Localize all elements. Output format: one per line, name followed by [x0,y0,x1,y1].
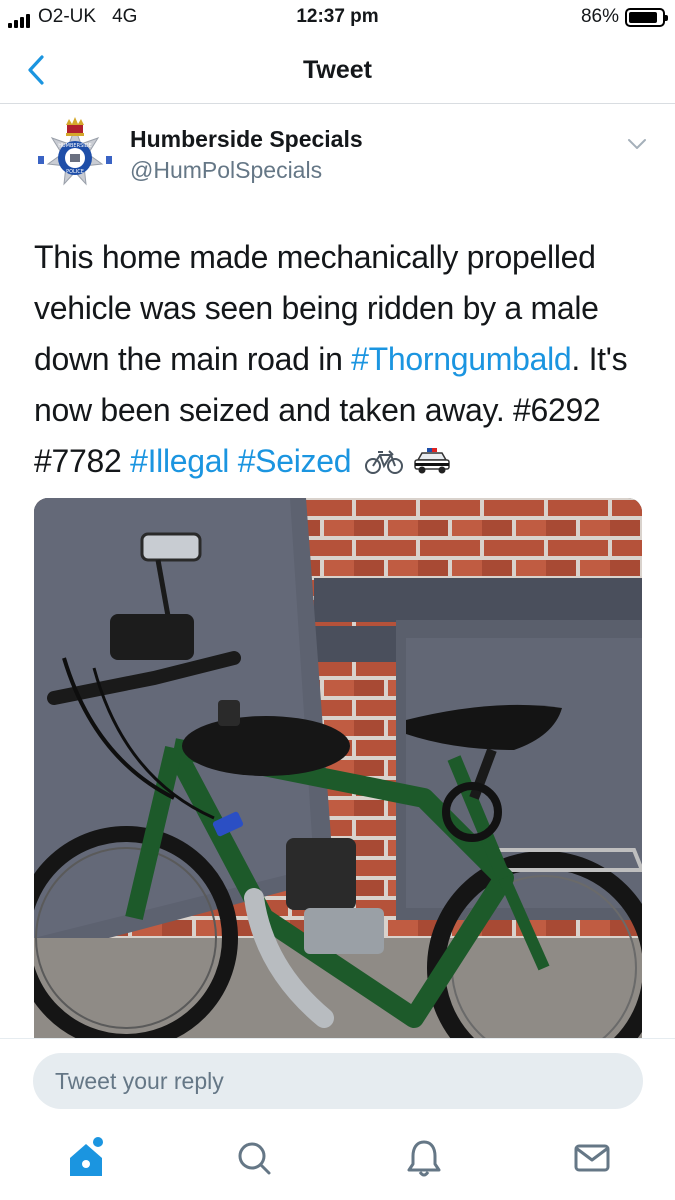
messages-tab[interactable] [572,1136,612,1180]
author-name[interactable]: Humberside Specials [130,126,363,153]
tweet-options-button[interactable] [625,134,649,154]
motorised-bicycle-photo [34,498,642,1038]
reply-bar: Tweet your reply [0,1038,675,1126]
author-handle[interactable]: @HumPolSpecials [130,157,322,184]
nav-bar: Tweet [0,36,675,104]
hashtag-thorngumbald[interactable]: #Thorngumbald [351,341,572,377]
search-icon [238,1142,271,1175]
status-right: 86% [580,6,668,28]
status-bar: O2-UK 4G 12:37 pm 86% [0,0,675,36]
search-tab[interactable] [234,1136,274,1180]
battery-icon [625,7,668,27]
tweet-text: This home made mechanically propelled ve… [34,232,654,487]
mail-icon [574,1144,610,1172]
tweet-header: HUMBERSIDE POLICE Humberside Specials @H… [0,104,675,204]
hashtag-seized[interactable]: #Seized [238,443,352,479]
police-car-icon [414,448,451,474]
tab-bar [0,1126,675,1200]
avatar[interactable]: HUMBERSIDE POLICE [34,114,116,196]
svg-text:HUMBERSIDE: HUMBERSIDE [58,143,91,149]
svg-text:POLICE: POLICE [66,169,84,175]
clock: 12:37 pm [296,6,379,27]
chevron-down-icon [628,139,646,149]
reply-input[interactable]: Tweet your reply [33,1053,643,1109]
home-icon [70,1137,103,1176]
home-tab[interactable] [66,1136,106,1180]
page-title: Tweet [303,56,372,84]
bell-icon [407,1140,441,1177]
police-crest-icon: HUMBERSIDE POLICE [38,117,112,186]
hashtag-illegal[interactable]: #Illegal [130,443,229,479]
tweet-photo[interactable] [34,498,642,1038]
bicycle-icon [364,450,403,474]
notifications-tab[interactable] [404,1136,444,1180]
battery-percent: 86% [580,6,619,27]
